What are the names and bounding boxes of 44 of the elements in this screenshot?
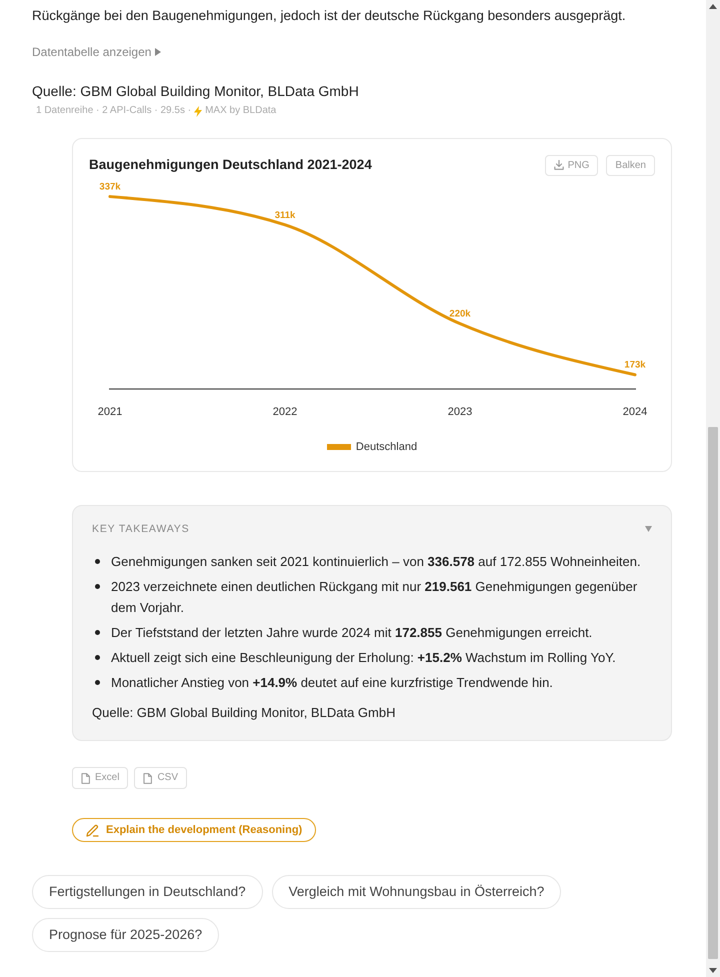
axis-label: 2022	[272, 406, 298, 418]
value-label: 173k	[624, 360, 646, 371]
source-text: Quelle: GBM Global Building Monitor, BLData GmbH	[32, 82, 360, 100]
value-label: 311k	[274, 210, 296, 221]
lightning-icon	[194, 106, 202, 116]
summary-text: Rückgänge bei den Baugenehmigungen, jedoch ist der deutsche Rückgang besonders ausgeprägt.	[32, 7, 627, 25]
bullet-icon	[95, 559, 100, 564]
bullet-icon	[95, 655, 100, 660]
axis-label: 2023	[448, 406, 472, 418]
png-download-button[interactable]: PNG	[544, 154, 598, 176]
takeaway-text: Monatlicher Anstieg von +14.9% deutet auf eine kurzfristige Trendwende hin.	[111, 674, 553, 692]
scrollbar-track[interactable]	[706, 0, 720, 977]
chart-type-button[interactable]: Balken	[606, 154, 655, 176]
takeaways-toggle[interactable]: KEY TAKEAWAYS	[92, 521, 652, 537]
model-label: MAX by BLData	[205, 104, 276, 118]
chart-title: Baugenehmigungen Deutschland 2021-2024	[89, 156, 372, 174]
value-label: 220k	[449, 308, 471, 320]
export-button[interactable]: Excel	[72, 767, 128, 789]
scroll-down-icon	[709, 968, 717, 973]
suggestion-chip[interactable]: Fertigstellungen in Deutschland?	[32, 874, 263, 908]
scroll-up-icon	[709, 4, 717, 9]
legend-label: Deutschland	[356, 440, 418, 455]
export-button[interactable]: CSV	[134, 767, 188, 789]
takeaway-text: Der Tiefststand der letzten Jahre wurde 2024 mit 172.855 Genehmigungen erreicht.	[111, 624, 592, 642]
meta-text: 1 Datenreihe · 2 API-Calls · 29.5s ·	[36, 104, 192, 118]
value-label: 337k	[99, 182, 121, 193]
takeaway-text: Aktuell zeigt sich eine Beschleunigung der Erholung: +15.2% Wachstum im Rolling YoY.	[111, 649, 616, 667]
data-table-toggle[interactable]: Datentabelle anzeigen	[32, 44, 162, 60]
file-icon	[81, 772, 90, 784]
bullet-icon	[95, 584, 100, 589]
bullet-icon	[95, 630, 100, 635]
download-icon	[554, 160, 564, 170]
axis-label: 2021	[98, 406, 122, 418]
axis-label: 2024	[622, 406, 648, 418]
scrollbar-thumb[interactable]	[708, 427, 718, 959]
suggestion-chip[interactable]: Vergleich mit Wohnungsbau in Österreich?	[272, 874, 562, 908]
file-icon	[143, 772, 152, 784]
reasoning-button[interactable]: Explain the development (Reasoning)	[72, 818, 316, 842]
pencil-icon	[86, 824, 99, 836]
takeaway-text: Genehmigungen sanken seit 2021 kontinuierlich – von 336.578 auf 172.855 Wohneinheiten.	[111, 553, 641, 571]
suggestion-chip[interactable]: Prognose für 2025-2026?	[32, 918, 220, 952]
source-text: Quelle: GBM Global Building Monitor, BLData GmbH	[92, 704, 396, 722]
takeaway-text: 2023 verzeichnete einen deutlichen Rückgang mit nur 219.561 Genehmigungen gegenüber dem Vorjahr.	[111, 578, 638, 617]
bullet-icon	[95, 680, 100, 685]
